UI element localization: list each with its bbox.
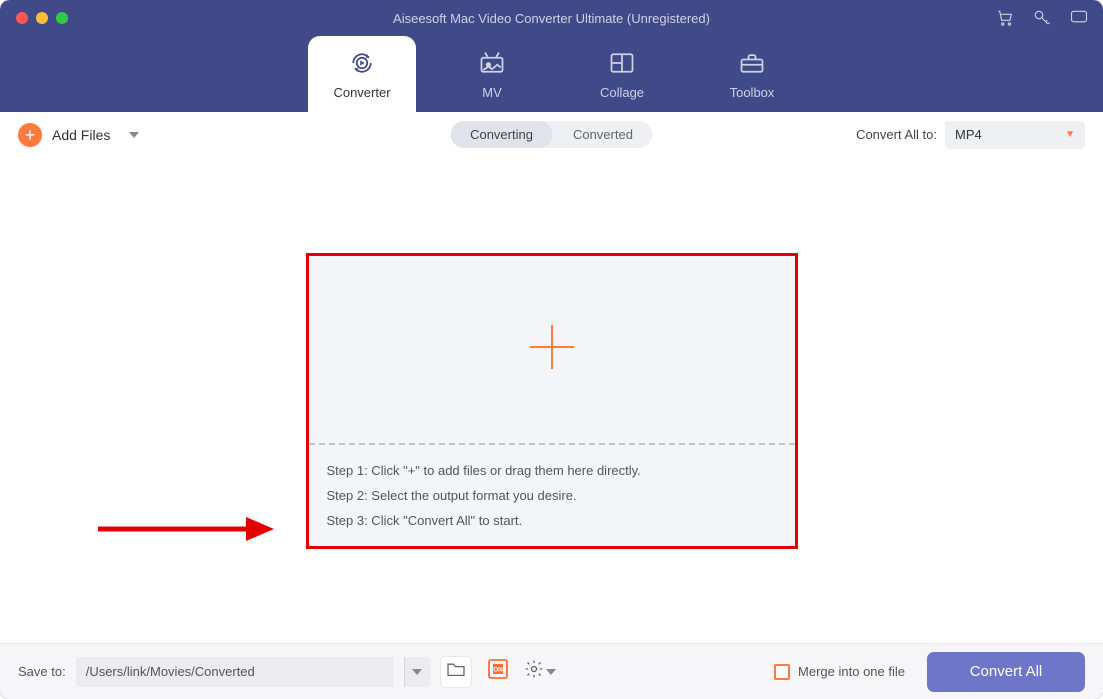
gpu-icon: ON [486,657,510,686]
add-files-button[interactable]: + Add Files [18,123,140,147]
merge-checkbox[interactable] [774,664,790,680]
close-window[interactable] [16,12,28,24]
pill-converting[interactable]: Converting [450,121,553,148]
format-value: MP4 [955,127,982,142]
key-icon[interactable] [1033,9,1051,27]
plus-large-icon [526,321,578,378]
annotation-arrow [96,515,276,548]
settings-button[interactable] [524,656,556,688]
status-filter: Converting Converted [450,121,653,148]
gear-icon [524,659,544,684]
tab-converter[interactable]: Converter [308,36,416,112]
tab-collage[interactable]: Collage [568,36,676,112]
pill-converted[interactable]: Converted [553,121,653,148]
dropzone-add-area[interactable] [309,256,795,443]
bottombar: Save to: /Users/link/Movies/Converted ON [0,643,1103,699]
instruction-step: Step 3: Click "Convert All" to start. [327,513,777,528]
converter-icon [348,49,376,77]
convert-all-selector: Convert All to: MP4 ▼ [856,121,1085,149]
instruction-step: Step 2: Select the output format you des… [327,488,777,503]
svg-text:ON: ON [493,667,503,674]
toolbox-icon [738,49,766,77]
titlebar-actions [995,9,1089,27]
tab-label: Converter [333,85,390,100]
dropdown-arrow-icon: ▼ [1065,129,1075,140]
feedback-icon[interactable] [1069,9,1089,27]
tab-label: Toolbox [730,85,775,100]
add-files-label: Add Files [52,127,110,143]
folder-icon [446,661,466,682]
merge-toggle[interactable]: Merge into one file [774,664,905,680]
main-nav: Converter MV [0,36,1103,112]
save-path-value: /Users/link/Movies/Converted [86,664,255,679]
titlebar: Aiseesoft Mac Video Converter Ultimate (… [0,0,1103,36]
convert-all-to-label: Convert All to: [856,127,937,142]
chevron-down-icon[interactable] [128,127,140,143]
save-to-label: Save to: [18,664,66,679]
merge-label: Merge into one file [798,664,905,679]
tab-mv[interactable]: MV [438,36,546,112]
mv-icon [478,49,506,77]
chevron-down-icon [546,663,556,681]
content-area: Step 1: Click "+" to add files or drag t… [0,158,1103,643]
window-title: Aiseesoft Mac Video Converter Ultimate (… [393,11,710,26]
save-path-dropdown[interactable] [404,657,430,687]
app-window: Aiseesoft Mac Video Converter Ultimate (… [0,0,1103,699]
maximize-window[interactable] [56,12,68,24]
instruction-step: Step 1: Click "+" to add files or drag t… [327,463,777,478]
convert-all-button[interactable]: Convert All [927,652,1085,692]
save-path-field[interactable]: /Users/link/Movies/Converted [76,657,394,687]
gpu-accel-button[interactable]: ON [482,656,514,688]
convert-all-label: Convert All [970,663,1043,680]
format-dropdown[interactable]: MP4 ▼ [945,121,1085,149]
cart-icon[interactable] [995,9,1015,27]
tab-label: Collage [600,85,644,100]
collage-icon [608,49,636,77]
sub-toolbar: + Add Files Converting Converted Convert… [0,112,1103,158]
minimize-window[interactable] [36,12,48,24]
dropzone[interactable]: Step 1: Click "+" to add files or drag t… [306,253,798,549]
tab-toolbox[interactable]: Toolbox [698,36,806,112]
tab-label: MV [482,85,502,100]
window-controls [0,12,68,24]
plus-icon: + [18,123,42,147]
open-folder-button[interactable] [440,656,472,688]
instructions: Step 1: Click "+" to add files or drag t… [309,445,795,546]
